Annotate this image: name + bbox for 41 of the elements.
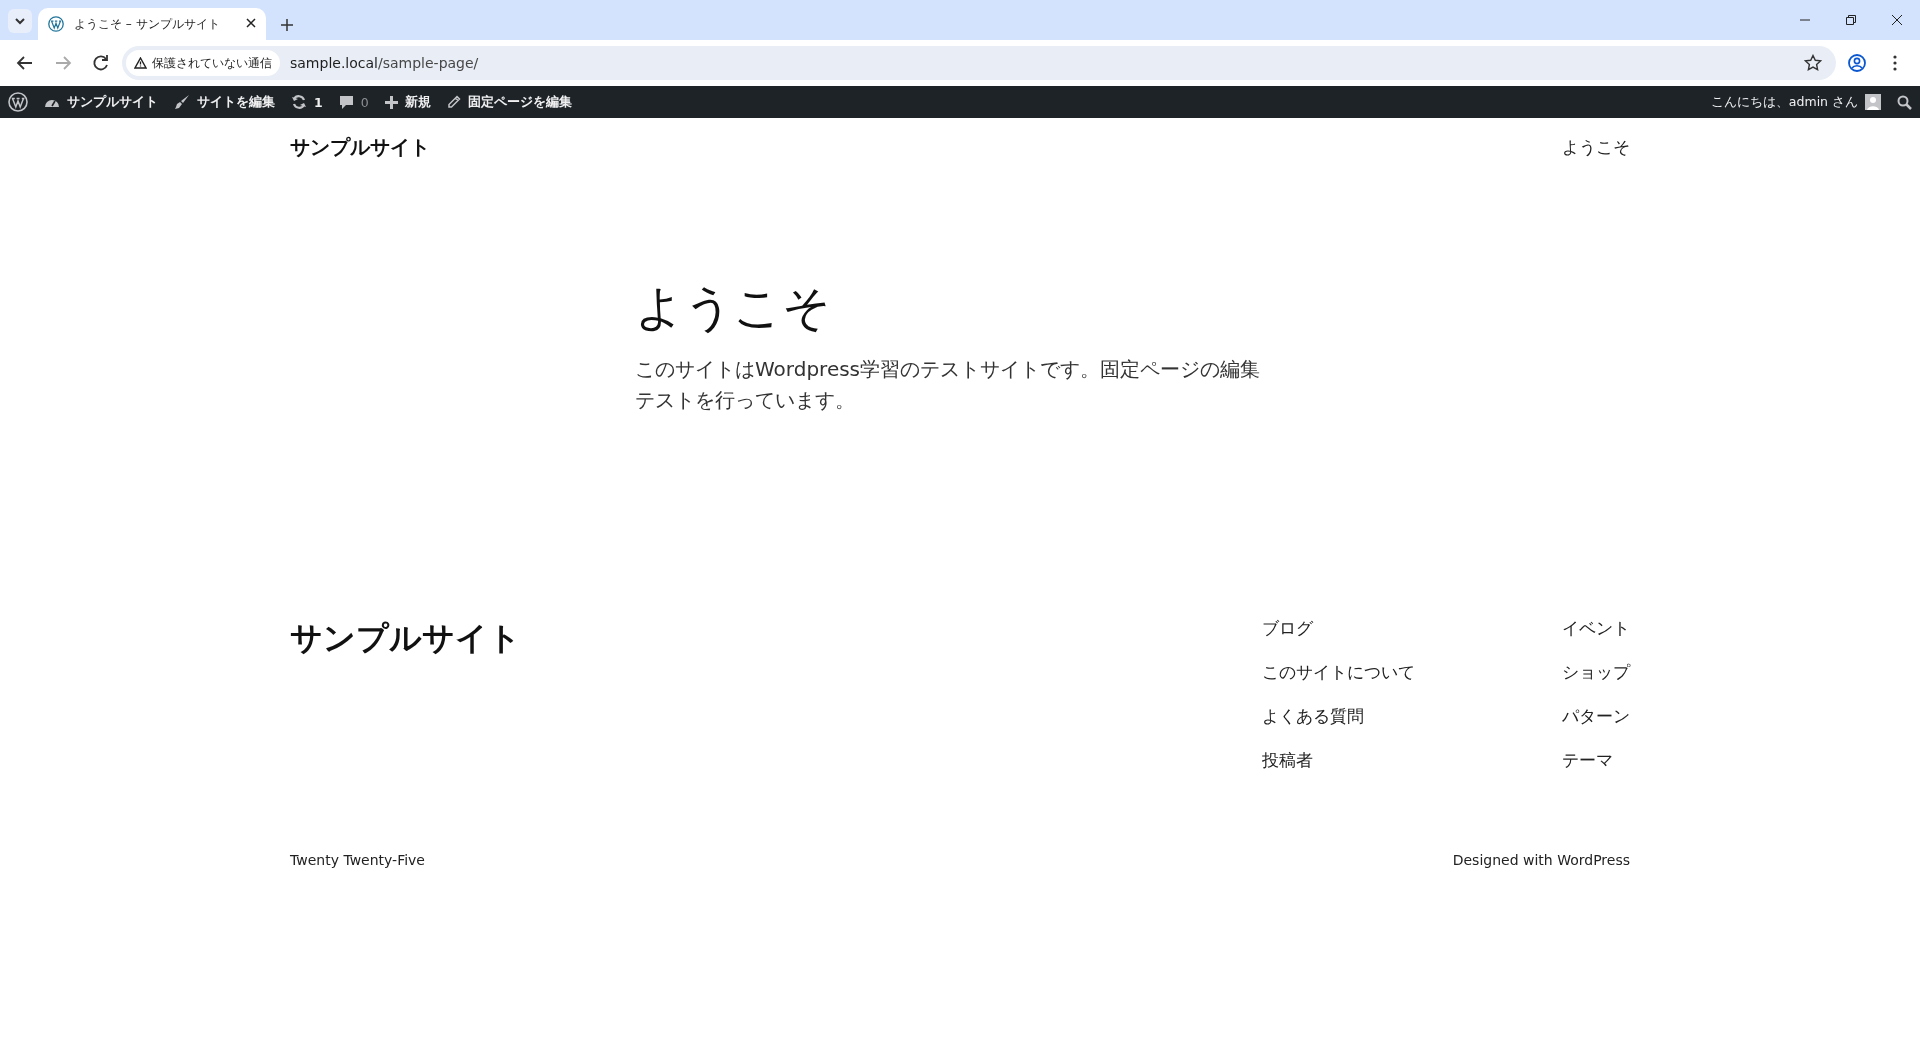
speech-bubble-icon [338, 94, 354, 110]
site-menu[interactable]: サンプルサイト [36, 86, 166, 118]
wordpress-logo-icon[interactable] [8, 92, 28, 112]
edit-site-link[interactable]: サイトを編集 [166, 86, 283, 118]
tab-list-icon[interactable] [8, 9, 32, 33]
footer-nav-link[interactable]: 投稿者 [1262, 749, 1562, 772]
footer-site-title[interactable]: サンプルサイト [290, 617, 521, 852]
search-icon [1897, 94, 1912, 110]
bookmark-star-icon[interactable] [1804, 54, 1822, 72]
footer-nav-link[interactable]: イベント [1562, 617, 1630, 640]
pencil-icon [446, 95, 461, 109]
new-tab-icon[interactable] [280, 18, 294, 32]
refresh-icon [291, 94, 307, 110]
url-text: sample.local/sample-page/ [290, 55, 479, 71]
page-body-text: このサイトはWordpress学習のテストサイトです。固定ページの編集テストを行っています。 [635, 356, 1262, 414]
nav-link[interactable]: ようこそ [1562, 136, 1630, 157]
plus-icon [384, 95, 398, 109]
warning-icon [134, 57, 147, 69]
browser-tab[interactable]: ようこそ – サンプルサイト [38, 8, 266, 40]
footer-nav-link[interactable]: このサイトについて [1262, 661, 1562, 684]
close-tab-icon[interactable] [246, 18, 256, 28]
new-content-menu[interactable]: 新規 [376, 86, 439, 118]
wordpress-logo-icon [48, 16, 64, 32]
footer-nav-link[interactable]: テーマ [1562, 749, 1630, 772]
site-title[interactable]: サンプルサイト [290, 133, 430, 161]
brush-icon [174, 94, 190, 110]
comments-link[interactable]: 0 [330, 86, 377, 118]
address-bar[interactable]: 保護されていない通信 sample.local/sample-page/ [122, 46, 1836, 80]
avatar-icon [1865, 94, 1881, 110]
theme-name: Twenty Twenty-Five [290, 852, 425, 868]
footer-nav-link[interactable]: ショップ [1562, 661, 1630, 684]
account-menu[interactable]: こんにちは、admin さん [1702, 86, 1889, 118]
footer-nav-link[interactable]: よくある質問 [1262, 705, 1562, 728]
edit-page-link[interactable]: 固定ページを編集 [438, 86, 580, 118]
updates-link[interactable]: 1 [283, 86, 331, 118]
footer-nav-link[interactable]: ブログ [1262, 617, 1562, 640]
wordpress-link[interactable]: WordPress [1557, 852, 1630, 868]
credit-text: Designed with WordPress [1452, 852, 1630, 868]
security-chip[interactable]: 保護されていない通信 [126, 50, 280, 76]
page-title: ようこそ [635, 278, 832, 337]
footer-nav-link[interactable]: パターン [1562, 705, 1630, 728]
